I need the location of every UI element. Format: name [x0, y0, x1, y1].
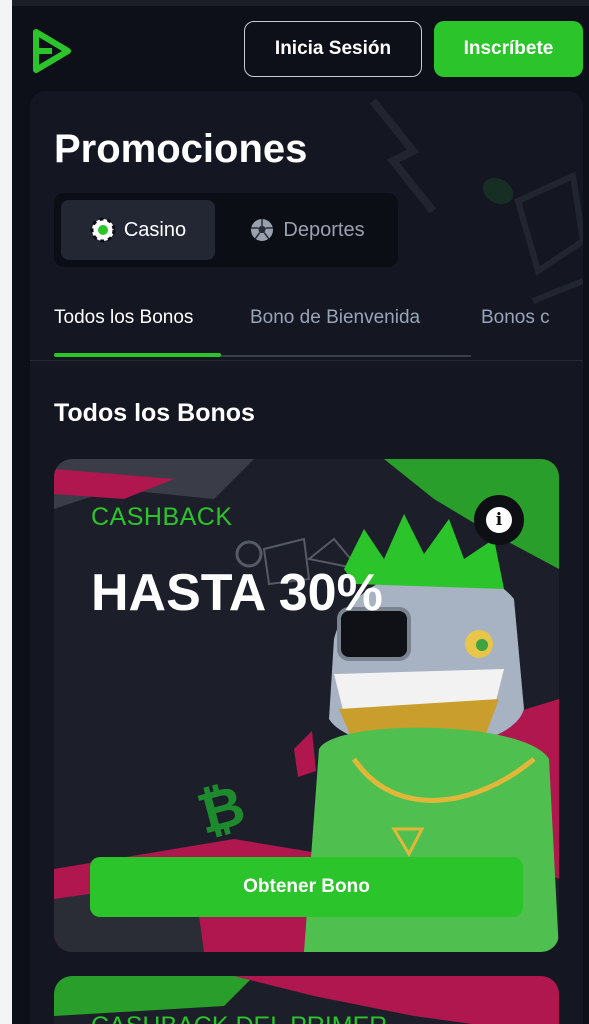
signup-button[interactable]: Inscríbete — [434, 21, 583, 77]
brand-logo-icon[interactable] — [30, 28, 72, 74]
get-bonus-button[interactable]: Obtener Bono — [90, 857, 523, 917]
info-icon: i — [486, 507, 512, 533]
active-tab-indicator — [54, 353, 221, 357]
category-switch: Casino Deportes — [54, 193, 398, 267]
promotions-panel: Promociones Casino Deportes Todos los Bo… — [30, 91, 583, 1024]
segment-casino[interactable]: Casino — [61, 200, 215, 260]
tab-all-bonuses[interactable]: Todos los Bonos — [54, 307, 193, 329]
tab-welcome-bonus[interactable]: Bono de Bienvenida — [250, 307, 420, 329]
tab-more-bonuses[interactable]: Bonos c — [481, 307, 567, 329]
promo-next-kicker: CASHBACK DEL PRIMER — [91, 1012, 387, 1024]
section-title: Todos los Bonos — [54, 399, 255, 427]
promo-kicker: CASHBACK — [91, 503, 233, 531]
login-button[interactable]: Inicia Sesión — [244, 21, 422, 77]
top-header: Inicia Sesión Inscríbete — [12, 6, 589, 86]
info-button[interactable]: i — [474, 495, 524, 545]
page-title: Promociones — [54, 127, 308, 171]
casino-chip-icon — [90, 217, 116, 243]
promo-card-next: CASHBACK DEL PRIMER — [54, 976, 559, 1024]
soccer-ball-icon — [251, 219, 274, 241]
segment-sports[interactable]: Deportes — [230, 200, 384, 260]
screen-edge — [0, 0, 12, 1024]
segment-sports-label: Deportes — [283, 218, 365, 241]
tab-scroll-track — [221, 355, 471, 357]
promo-headline: HASTA 30% — [91, 564, 383, 622]
segment-casino-label: Casino — [123, 218, 187, 241]
promo-card-cashback: ₿ CASHBACK HASTA 30% i Obtener Bono — [54, 459, 559, 952]
bonus-tabs: Todos los Bonos Bono de Bienvenida Bonos… — [30, 301, 583, 361]
